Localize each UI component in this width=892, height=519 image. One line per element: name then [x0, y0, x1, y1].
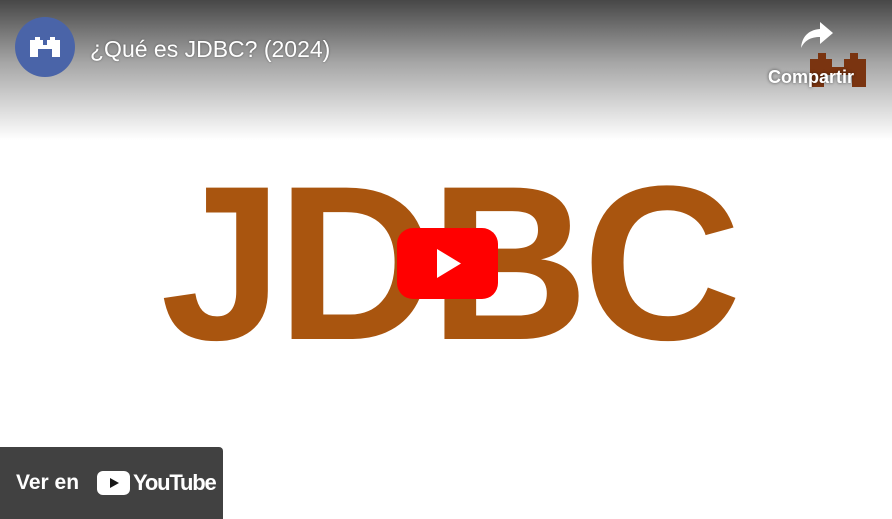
play-icon [397, 228, 498, 299]
channel-avatar[interactable] [15, 17, 75, 77]
youtube-logo-icon [97, 471, 131, 495]
youtube-logo: YouTube [97, 470, 217, 495]
video-title[interactable]: ¿Qué es JDBC? (2024) [90, 34, 330, 64]
share-button[interactable]: Compartir [768, 20, 868, 90]
channel-logo-icon [30, 37, 60, 57]
play-button[interactable] [397, 228, 498, 299]
video-player[interactable]: JDBC ¿Qué es JDBC? (2024) Compartir Ver … [0, 0, 892, 519]
youtube-wordmark: YouTube [133, 470, 217, 495]
share-label: Compartir [768, 67, 855, 87]
top-gradient-overlay [0, 0, 892, 140]
share-arrow-icon [801, 22, 833, 48]
watch-on-label: Ver en [16, 471, 80, 494]
watch-on-youtube-button[interactable]: Ver en YouTube [0, 447, 223, 519]
